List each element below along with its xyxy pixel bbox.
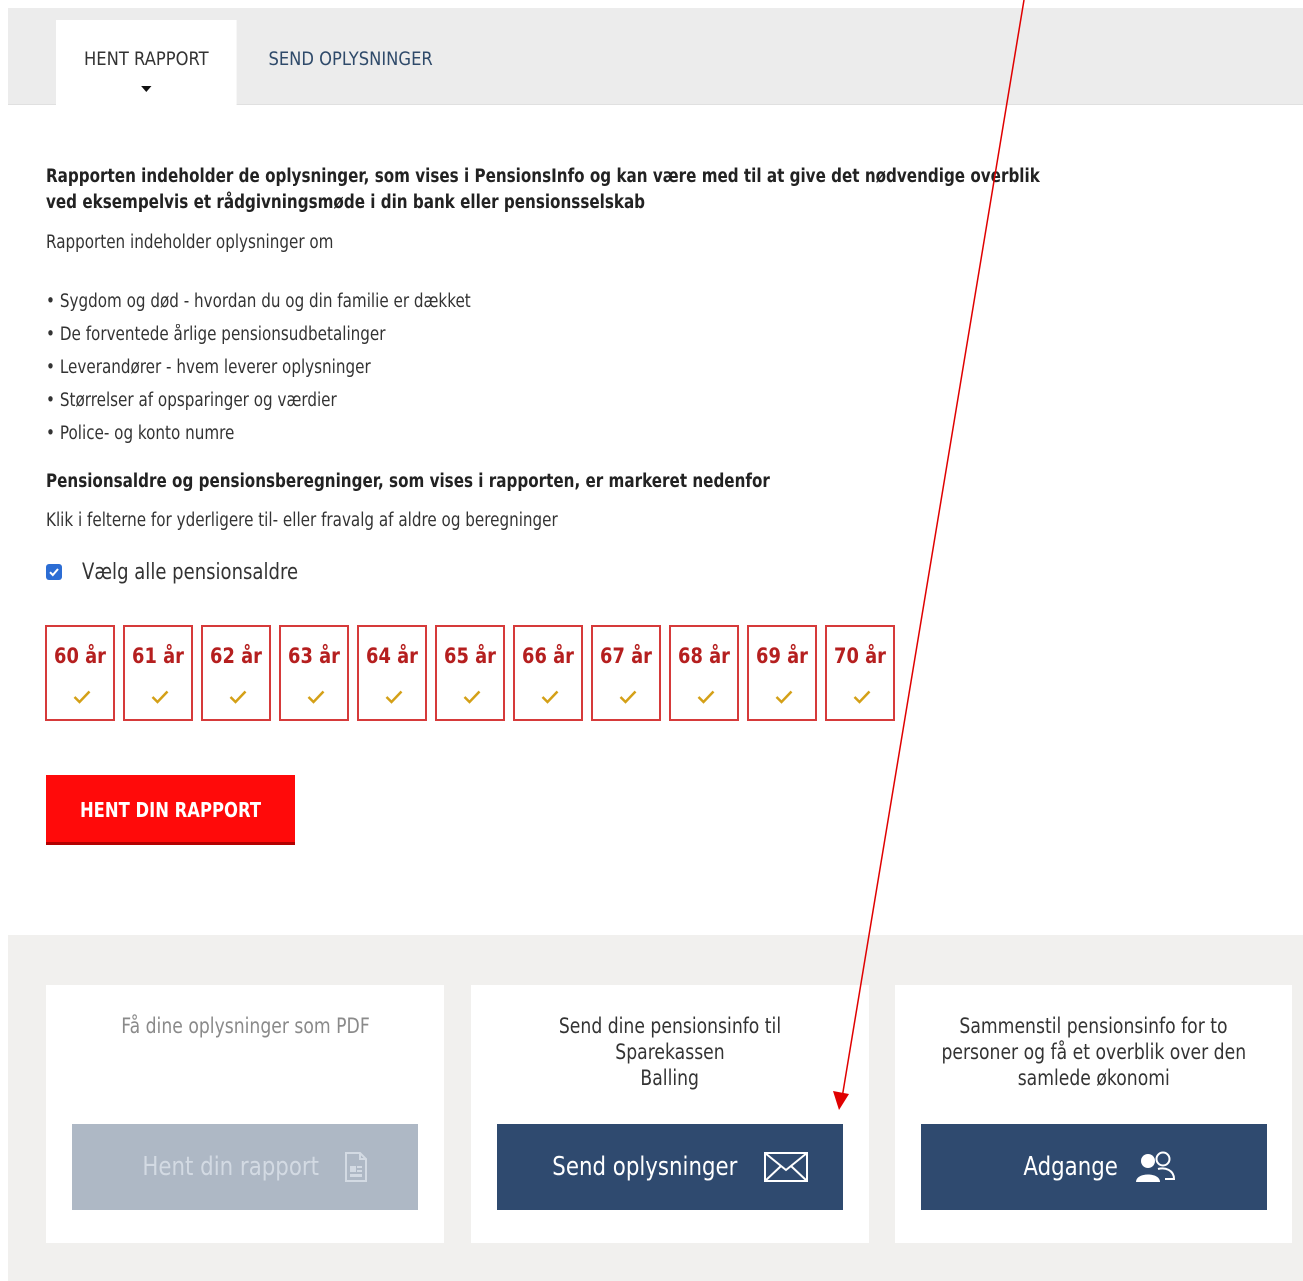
card-text-line: Få dine oplysninger som PDF xyxy=(120,1014,370,1038)
age-toggle-64[interactable]: 64 år xyxy=(357,625,427,721)
button-label: Hent din rapport xyxy=(142,1152,320,1182)
access-button[interactable]: Adgange xyxy=(921,1124,1267,1210)
get-report-button-label: HENT DIN RAPPORT xyxy=(79,798,262,822)
age-toggle-65[interactable]: 65 år xyxy=(435,625,505,721)
age-label: 64 år xyxy=(366,644,418,668)
pdf-card: Få dine oplysninger som PDF Hent din rap… xyxy=(46,985,444,1243)
list-item-text: Police- og konto numre xyxy=(59,423,235,444)
checkmark-icon xyxy=(151,690,169,704)
envelope-icon xyxy=(763,1152,808,1182)
report-description-line: ved eksempelvis et rådgivningsmøde i din… xyxy=(46,192,646,213)
checkmark-icon xyxy=(775,690,793,704)
checkmark-icon xyxy=(385,690,403,704)
age-label: 65 år xyxy=(444,644,496,668)
age-toggle-67[interactable]: 67 år xyxy=(591,625,661,721)
age-label: 68 år xyxy=(678,644,730,668)
list-item: Police- og konto numre xyxy=(46,417,471,450)
age-toggle-62[interactable]: 62 år xyxy=(201,625,271,721)
send-info-button[interactable]: Send oplysninger xyxy=(497,1124,843,1210)
send-info-card: Send dine pensionsinfo til Sparekassen B… xyxy=(471,985,869,1243)
card-text-line: Sammenstil pensionsinfo for to xyxy=(959,1014,1228,1038)
list-item-text: De forventede årlige pensionsudbetalinge… xyxy=(59,324,386,345)
age-toggle-66[interactable]: 66 år xyxy=(513,625,583,721)
list-item: Størrelser af opsparinger og værdier xyxy=(46,384,471,417)
select-all-label: Vælg alle pensionsaldre xyxy=(82,559,299,585)
list-item: De forventede årlige pensionsudbetalinge… xyxy=(46,318,471,351)
card-description: Sammenstil pensionsinfo for to personer … xyxy=(895,1013,1292,1091)
access-card: Sammenstil pensionsinfo for to personer … xyxy=(895,985,1292,1243)
age-toggle-60[interactable]: 60 år xyxy=(45,625,115,721)
checkmark-icon xyxy=(697,690,715,704)
age-label: 67 år xyxy=(600,644,652,668)
list-item: Leverandører - hvem leverer oplysninger xyxy=(46,351,471,384)
age-toggle-70[interactable]: 70 år xyxy=(825,625,895,721)
age-label: 70 år xyxy=(834,644,886,668)
tab-hent-rapport[interactable]: HENT RAPPORT xyxy=(56,20,237,106)
get-report-pdf-button[interactable]: Hent din rapport xyxy=(72,1124,418,1210)
list-item-text: Leverandører - hvem leverer oplysninger xyxy=(59,357,371,378)
ages-heading: Pensionsaldre og pensionsberegninger, so… xyxy=(46,471,770,492)
card-text-line: personer og få et overblik over den xyxy=(941,1040,1246,1064)
caret-down-icon xyxy=(141,86,152,92)
report-description: Rapporten indeholder de oplysninger, som… xyxy=(46,164,1258,216)
select-all-ages-checkbox[interactable]: Vælg alle pensionsaldre xyxy=(46,558,346,586)
checkmark-icon xyxy=(463,690,481,704)
checkmark-icon xyxy=(541,690,559,704)
age-toggle-63[interactable]: 63 år xyxy=(279,625,349,721)
checkmark-icon xyxy=(229,690,247,704)
age-label: 62 år xyxy=(210,644,262,668)
age-label: 63 år xyxy=(288,644,340,668)
list-item-text: Sygdom og død - hvordan du og din famili… xyxy=(59,291,471,312)
checkmark-icon xyxy=(619,690,637,704)
age-toggle-68[interactable]: 68 år xyxy=(669,625,739,721)
tab-bar: HENT RAPPORT SEND OPLYSNINGER xyxy=(8,8,1303,106)
people-icon xyxy=(1135,1151,1175,1183)
card-text-line: Balling xyxy=(640,1066,700,1090)
card-text-line: Send dine pensionsinfo til Sparekassen xyxy=(558,1014,782,1064)
report-description-line: Rapporten indeholder de oplysninger, som… xyxy=(46,166,1040,187)
button-label: Send oplysninger xyxy=(552,1152,738,1182)
card-text-line: samlede økonomi xyxy=(1017,1066,1170,1090)
card-description: Få dine oplysninger som PDF xyxy=(46,1013,444,1039)
list-item-text: Størrelser af opsparinger og værdier xyxy=(59,390,337,411)
age-toggle-69[interactable]: 69 år xyxy=(747,625,817,721)
checkmark-icon xyxy=(853,690,871,704)
get-report-button[interactable]: HENT DIN RAPPORT xyxy=(46,775,295,845)
pension-age-selector: 60 år 61 år 62 år 63 år 64 år 65 år 66 å… xyxy=(45,625,903,721)
age-toggle-61[interactable]: 61 år xyxy=(123,625,193,721)
tab-label: SEND OPLYSNINGER xyxy=(268,48,433,70)
tab-label: HENT RAPPORT xyxy=(84,48,209,70)
button-label: Adgange xyxy=(1023,1152,1119,1182)
document-icon xyxy=(344,1152,367,1182)
age-label: 69 år xyxy=(756,644,808,668)
age-label: 60 år xyxy=(54,644,106,668)
age-label: 66 år xyxy=(522,644,574,668)
report-contents-intro: Rapporten indeholder oplysninger om xyxy=(46,232,334,253)
tab-send-oplysninger[interactable]: SEND OPLYSNINGER xyxy=(256,20,445,106)
card-description: Send dine pensionsinfo til Sparekassen B… xyxy=(471,1013,869,1091)
checkbox-checked-icon[interactable] xyxy=(46,564,62,580)
checkmark-icon xyxy=(73,690,91,704)
checkmark-icon xyxy=(307,690,325,704)
age-label: 61 år xyxy=(132,644,184,668)
report-contents-list: Sygdom og død - hvordan du og din famili… xyxy=(46,285,564,450)
ages-hint: Klik i felterne for yderligere til- elle… xyxy=(46,510,558,531)
list-item: Sygdom og død - hvordan du og din famili… xyxy=(46,285,471,318)
